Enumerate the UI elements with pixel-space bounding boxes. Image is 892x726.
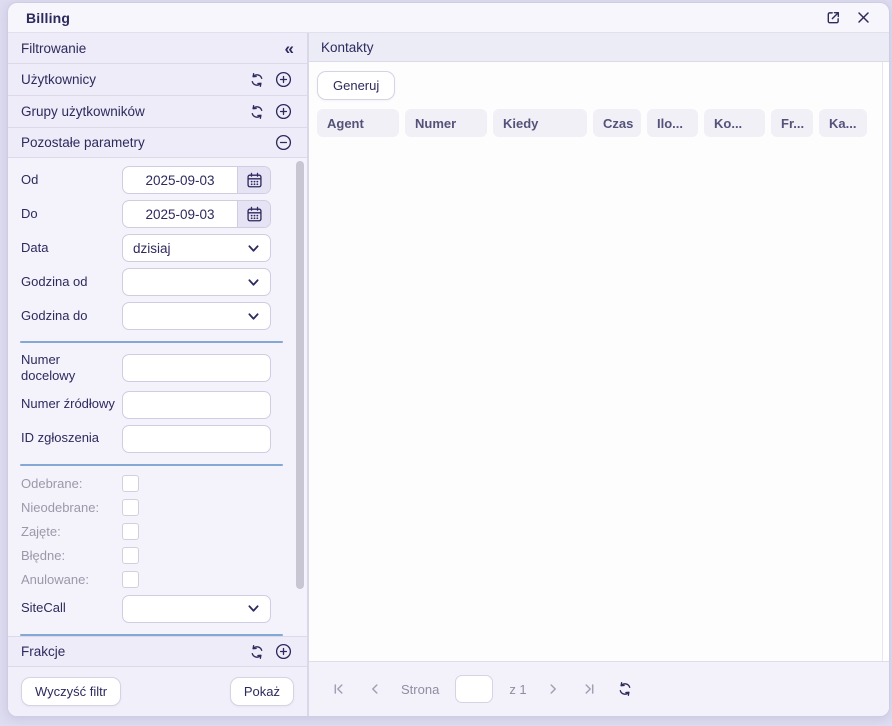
date-to-group [122, 200, 271, 228]
section-fractions[interactable]: Frakcje [8, 636, 307, 667]
form-divider [20, 341, 283, 343]
column-header-agent[interactable]: Agent [317, 109, 399, 137]
next-page-icon[interactable] [543, 679, 563, 699]
window-title: Billing [26, 9, 71, 26]
close-icon[interactable] [851, 7, 875, 29]
date-preset-label: Data [21, 239, 49, 255]
section-other-params-label: Pozostałe parametry [21, 135, 145, 150]
title-bar: Billing [8, 3, 889, 33]
column-header-ka[interactable]: Ka... [819, 109, 867, 137]
clear-filter-button[interactable]: Wyczyść filtr [21, 677, 122, 706]
section-user-groups-label: Grupy użytkowników [21, 104, 145, 119]
column-header-fr[interactable]: Fr... [771, 109, 813, 137]
hour-to-select[interactable] [122, 302, 271, 330]
date-to-label: Do [21, 205, 38, 221]
contacts-content: Generuj Agent Numer Kiedy Czas Ilo... Ko… [309, 62, 889, 661]
form-divider [20, 463, 283, 466]
groups-refresh-icon[interactable] [246, 101, 268, 123]
date-to-input[interactable] [123, 201, 237, 227]
source-number-label: Numer źródłowy [21, 396, 115, 412]
hour-from-label: Godzina od [21, 273, 88, 289]
show-button[interactable]: Pokaż [229, 677, 294, 706]
target-number-input[interactable] [122, 354, 271, 383]
missed-checkbox[interactable] [122, 498, 139, 516]
contacts-panel: Kontakty Generuj Agent Numer Kiedy Czas … [309, 33, 889, 716]
chevron-down-icon [248, 278, 259, 286]
date-from-group [122, 166, 271, 194]
page-number-input[interactable] [455, 675, 494, 703]
column-header-ko[interactable]: Ko... [704, 109, 765, 137]
contacts-header: Kontakty [309, 33, 889, 62]
groups-add-icon[interactable] [272, 101, 294, 123]
users-add-icon[interactable] [272, 69, 294, 91]
section-fractions-label: Frakcje [21, 644, 66, 659]
collapse-sidebar-icon[interactable]: « [285, 40, 294, 57]
section-user-groups[interactable]: Grupy użytkowników [8, 96, 307, 128]
page-total-label: z 1 [509, 681, 527, 697]
contacts-title: Kontakty [321, 39, 374, 55]
target-number-label: Numer docelowy [21, 352, 76, 384]
filter-form: Od Do [8, 158, 307, 636]
section-other-params[interactable]: Pozostałe parametry [8, 128, 307, 158]
cancelled-label: Anulowane: [21, 571, 89, 587]
hour-to-label: Godzina do [21, 307, 88, 323]
sidebar-footer: Wyczyść filtr Pokaż [8, 667, 307, 716]
date-from-label: Od [21, 171, 39, 187]
filter-sidebar: Filtrowanie « Użytkownicy Grupy użytkown… [8, 33, 309, 716]
chevron-down-icon [248, 605, 259, 612]
last-page-icon[interactable] [579, 679, 599, 699]
date-preset-select[interactable]: dzisiaj [122, 234, 271, 262]
column-header-kiedy[interactable]: Kiedy [493, 109, 587, 137]
fractions-refresh-icon[interactable] [246, 641, 268, 663]
sitecall-label: SiteCall [21, 600, 66, 616]
users-refresh-icon[interactable] [246, 69, 268, 91]
date-preset-value: dzisiaj [133, 240, 171, 256]
fractions-add-icon[interactable] [272, 641, 294, 663]
section-users-label: Użytkownicy [21, 72, 97, 87]
date-from-calendar-icon[interactable] [237, 167, 270, 193]
answered-checkbox[interactable] [122, 474, 139, 492]
generate-button[interactable]: Generuj [317, 71, 396, 100]
section-users[interactable]: Użytkownicy [8, 64, 307, 96]
filter-panel-header: Filtrowanie « [8, 33, 307, 64]
column-header-ilosc[interactable]: Ilo... [647, 109, 698, 137]
hour-from-select[interactable] [122, 268, 271, 296]
column-header-numer[interactable]: Numer [405, 109, 487, 137]
failed-label: Błędne: [21, 547, 66, 563]
first-page-icon[interactable] [329, 679, 349, 699]
answered-label: Odebrane: [21, 475, 83, 491]
pagination-bar: Strona z 1 [309, 661, 889, 716]
missed-label: Nieodebrane: [21, 499, 100, 515]
form-divider [20, 633, 283, 636]
date-from-input[interactable] [123, 167, 237, 193]
chevron-down-icon [248, 244, 259, 252]
form-scrollbar[interactable] [296, 161, 304, 589]
chevron-down-icon [248, 312, 259, 320]
source-number-input[interactable] [122, 390, 271, 419]
cancelled-checkbox[interactable] [122, 570, 139, 588]
ticket-id-input[interactable] [122, 424, 271, 453]
open-in-window-icon[interactable] [821, 7, 845, 29]
busy-label: Zajęte: [21, 523, 61, 539]
table-header-row: Agent Numer Kiedy Czas Ilo... Ko... Fr..… [317, 109, 875, 137]
collapse-params-icon[interactable] [272, 132, 294, 154]
previous-page-icon[interactable] [365, 679, 385, 699]
filter-panel-title: Filtrowanie [21, 40, 87, 56]
sitecall-select[interactable] [122, 594, 271, 623]
billing-window: Billing Filtrowanie « Użytkownicy Grupy … [7, 2, 890, 717]
failed-checkbox[interactable] [122, 546, 139, 564]
column-header-czas[interactable]: Czas [593, 109, 641, 137]
page-label: Strona [401, 681, 440, 697]
contacts-scrollbar-track[interactable] [882, 62, 889, 661]
date-to-calendar-icon[interactable] [237, 201, 270, 227]
busy-checkbox[interactable] [122, 522, 139, 540]
ticket-id-label: ID zgłoszenia [21, 430, 100, 446]
reload-list-icon[interactable] [615, 679, 635, 699]
